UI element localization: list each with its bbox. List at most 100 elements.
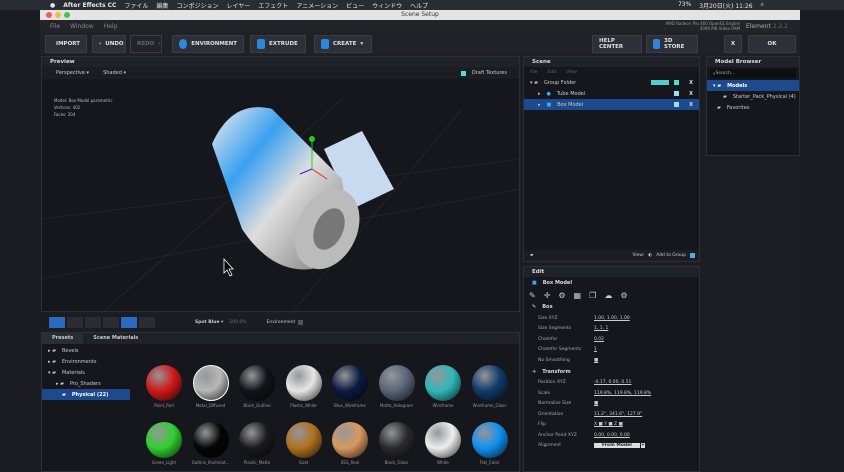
menu-file[interactable]: File (50, 23, 60, 30)
environment-button[interactable]: ENVIRONMENT (172, 35, 244, 53)
scene-item-group-folder[interactable]: ▾ ▰ Group Folder X (524, 77, 699, 88)
color-swatch[interactable] (651, 80, 669, 85)
property-value[interactable]: 1.00, 1.00, 1.00 (594, 316, 630, 321)
browser-item-starter-pack[interactable]: ▰ Starter_Pack_Physical (4) (707, 91, 799, 102)
scene-item-tube-model[interactable]: ▸ ● Tube Model X (524, 88, 699, 99)
menu-layer[interactable]: レイヤー (226, 1, 250, 10)
menu-animation[interactable]: アニメーション (296, 1, 338, 10)
menu-view[interactable]: ビュー (346, 1, 364, 10)
clock[interactable]: 3月20日(火) 11:26 (699, 1, 752, 10)
move-tool-icon[interactable] (85, 316, 101, 328)
view-toggle-icon[interactable]: ◐ (648, 253, 652, 258)
shading-dropdown[interactable]: Shaded ▾ (103, 70, 126, 76)
material-swatch[interactable] (146, 365, 182, 401)
menu-composition[interactable]: コンポジション (176, 1, 218, 10)
menu-window[interactable]: ウィンドウ (372, 1, 402, 10)
material-swatch[interactable] (425, 365, 461, 401)
redo-button[interactable]: REDO › (130, 35, 162, 53)
scene-menu-view[interactable]: View (566, 70, 577, 75)
material-swatch[interactable] (239, 365, 275, 401)
add-to-group-checkbox[interactable] (690, 253, 695, 258)
tree-item-bevels[interactable]: ▸ ▰ Bevels (42, 345, 130, 356)
material-swatch[interactable] (332, 422, 368, 458)
material-swatch[interactable] (378, 365, 415, 401)
search-input[interactable]: ⌕ Search... (710, 69, 796, 78)
property-value[interactable]: -0.17, 0.00, 0.51 (594, 380, 631, 385)
tab-presets[interactable]: Presets (42, 333, 84, 344)
material-swatch[interactable] (332, 365, 368, 401)
transform-icon[interactable]: ✛ (544, 291, 551, 300)
light-icon[interactable]: ☁ (604, 291, 612, 300)
folder-icon[interactable]: ▰ (530, 253, 533, 258)
delete-icon[interactable]: X (689, 80, 693, 86)
light-dropdown[interactable]: Spot Blue ▾ (195, 320, 223, 325)
environment-checkbox[interactable] (298, 319, 304, 325)
material-swatch[interactable] (285, 422, 322, 458)
zoom-window-button[interactable] (64, 12, 70, 18)
app-menu[interactable]: After Effects CC (63, 2, 116, 9)
material-swatch[interactable] (192, 422, 229, 458)
material-swatch[interactable] (378, 422, 415, 458)
light-intensity[interactable]: 100.0% (229, 320, 246, 325)
alignment-dropdown[interactable]: From Model (594, 443, 640, 449)
browser-item-models[interactable]: ▾ ▰ Models (707, 80, 799, 91)
scene-menu-edit[interactable]: Edit (548, 70, 557, 75)
tree-item-environments[interactable]: ▸ ▰ Environments (42, 356, 130, 367)
scene-item-box-model[interactable]: ▸ ■ Box Model X (524, 99, 699, 110)
help-center-button[interactable]: HELP CENTER (592, 35, 642, 53)
frame-tool-icon[interactable] (121, 316, 137, 328)
settings-icon[interactable]: ⚙ (620, 291, 627, 300)
undo-button[interactable]: ‹ UNDO (92, 35, 126, 53)
property-value[interactable]: 1 (594, 347, 597, 352)
tree-item-materials[interactable]: ▾ ▰ Materials (42, 367, 130, 378)
select-tool-icon[interactable] (67, 316, 83, 328)
gears-icon[interactable]: ⚙ (558, 291, 565, 300)
menu-effect[interactable]: エフェクト (258, 1, 288, 10)
material-swatch[interactable] (239, 422, 275, 458)
delete-icon[interactable]: X (689, 102, 693, 108)
scene-menu-file[interactable]: File (530, 70, 538, 75)
tree-item-pro-shaders[interactable]: ▸ ▰ Pro_Shaders (42, 378, 130, 389)
property-value[interactable]: 119.8%, 119.8%, 119.8% (594, 391, 651, 396)
extrude-button[interactable]: EXTRUDE (250, 35, 306, 53)
visibility-toggle[interactable] (674, 102, 679, 107)
camera-dropdown[interactable]: Perspective ▾ (56, 70, 89, 76)
property-value[interactable]: ■ (594, 401, 598, 406)
material-icon[interactable]: ▦ (574, 291, 582, 300)
material-swatch[interactable] (146, 422, 182, 458)
battery-status[interactable]: 73% (678, 1, 691, 10)
delete-icon[interactable]: X (689, 91, 693, 97)
menu-file[interactable]: ファイル (124, 1, 148, 10)
create-button[interactable]: CREATE ▾ (314, 35, 372, 53)
wrench-icon[interactable]: ✎ (529, 291, 536, 300)
axis-tool-icon[interactable] (139, 316, 155, 328)
import-button[interactable]: IMPORT (45, 35, 87, 53)
visibility-toggle[interactable] (674, 91, 679, 96)
rotate-tool-icon[interactable] (103, 316, 119, 328)
draft-textures-toggle[interactable]: Draft Textures (460, 70, 507, 76)
camera-tool-icon[interactable] (49, 316, 65, 328)
property-value[interactable]: 0.00, 0.00, 0.00 (594, 433, 630, 438)
menu-help[interactable]: ヘルプ (410, 1, 428, 10)
close-window-button[interactable] (46, 12, 52, 18)
transform-section-header[interactable]: ✛ Transform (524, 366, 699, 378)
material-swatch[interactable] (425, 422, 461, 458)
add-to-group-button[interactable]: Add to Group (656, 253, 686, 258)
menu-edit[interactable]: 編集 (156, 1, 168, 10)
box-section-header[interactable]: ✎ Box (524, 301, 699, 313)
menu-window[interactable]: Window (70, 23, 94, 30)
material-swatch[interactable] (471, 365, 508, 401)
property-value[interactable]: ■ (594, 358, 598, 363)
menu-help[interactable]: Help (104, 23, 118, 30)
tree-item-physical[interactable]: ▰ Physical (22) (42, 389, 130, 400)
search-icon[interactable]: ⌕ (761, 1, 764, 10)
browser-item-favorites[interactable]: ▰ Favorites (707, 102, 799, 113)
material-swatch[interactable] (285, 365, 322, 401)
apple-icon[interactable]: ● (50, 2, 55, 9)
material-swatch[interactable] (471, 422, 508, 458)
property-value[interactable]: 1, 1, 1 (594, 326, 608, 331)
3d-viewport[interactable] (42, 79, 521, 313)
uv-icon[interactable]: ❐ (589, 291, 596, 300)
property-value[interactable]: X ■ Y ■ Z ■ (594, 422, 623, 427)
3d-store-button[interactable]: 3D STORE (646, 35, 698, 53)
